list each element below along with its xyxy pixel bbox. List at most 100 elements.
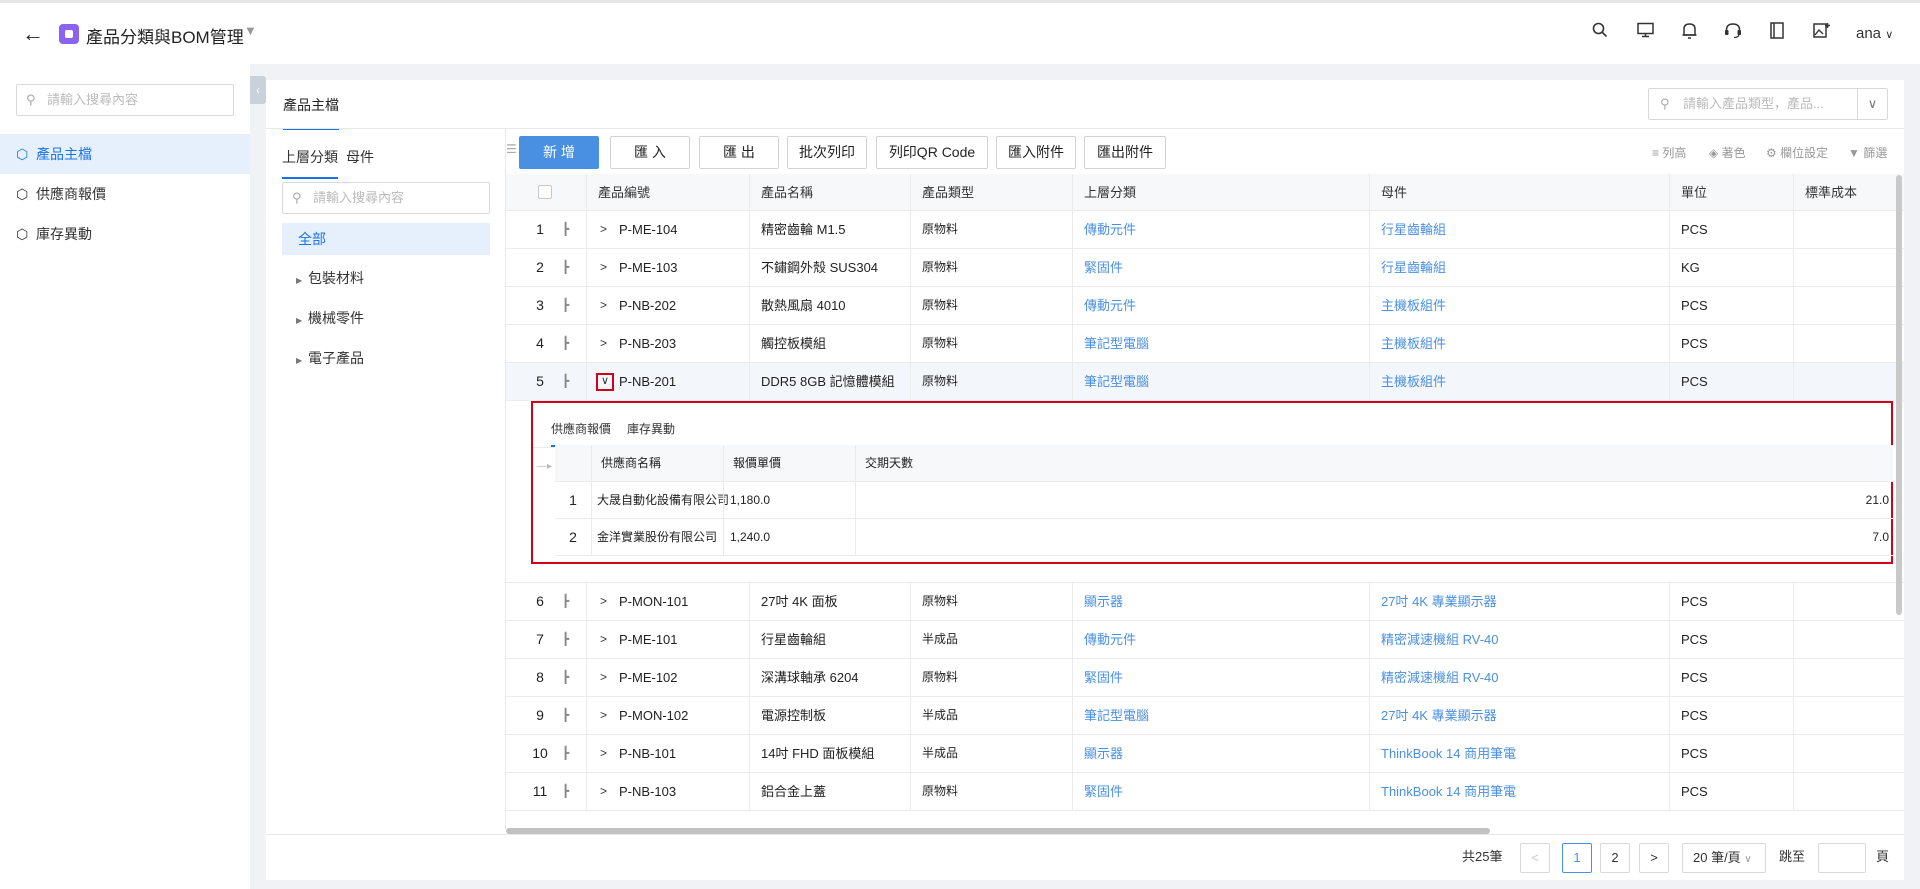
category-link[interactable]: 緊固件 [1084,773,1123,810]
expand-chevron-icon[interactable]: > [600,697,607,734]
add-button[interactable]: 新 增 [519,136,599,169]
parent-link[interactable]: 行星齒輪組 [1381,211,1446,248]
column-header-name[interactable]: 產品名稱 [761,174,813,210]
app-title[interactable]: 產品分類與BOM管理 [86,23,244,48]
category-link[interactable]: 筆記型電腦 [1084,325,1149,362]
import-attachment-button[interactable]: 匯入附件 [996,136,1076,169]
tree-structure-icon[interactable]: ┣ [562,249,569,286]
bell-icon[interactable] [1678,22,1700,44]
page-size-select[interactable]: 20 筆/頁 ∨ [1682,843,1766,873]
category-link[interactable]: 顯示器 [1084,583,1123,620]
tree-structure-icon[interactable]: ┣ [562,363,569,400]
product-search-input[interactable]: ⚲ 請輸入產品類型，產品... ∨ [1648,88,1888,120]
row-height-tool[interactable]: ≡ 列高 [1652,144,1686,161]
goto-page-input[interactable] [1818,843,1866,873]
category-link[interactable]: 筆記型電腦 [1084,697,1149,734]
table-row[interactable]: 6 ┣ > P-MON-101 27吋 4K 面板 原物料 顯示器 27吋 4K… [506,583,1904,621]
table-row-expanded[interactable]: 5 ┣ ∨ P-NB-201 DDR5 8GB 記憶體模組 原物料 筆記型電腦 … [506,363,1904,401]
export-attachment-button[interactable]: 匯出附件 [1084,136,1166,169]
expand-chevron-icon[interactable]: > [600,735,607,772]
tree-structure-icon[interactable]: ┣ [562,287,569,324]
parent-link[interactable]: 精密減速機組 RV-40 [1381,659,1499,696]
prev-page-button[interactable]: < [1520,843,1550,873]
parent-link[interactable]: 主機板組件 [1381,287,1446,324]
table-row[interactable]: 1 ┣ > P-ME-104 精密齒輪 M1.5 原物料 傳動元件 行星齒輪組 … [506,211,1904,249]
category-link[interactable]: 緊固件 [1084,249,1123,286]
category-item[interactable]: ▶ 包裝材料 [296,263,364,293]
collapse-chevron-icon[interactable]: ∨ [596,373,614,391]
category-link[interactable]: 緊固件 [1084,659,1123,696]
column-header-category[interactable]: 上層分類 [1084,174,1136,210]
column-header-code[interactable]: 產品編號 [598,174,650,210]
book-icon[interactable] [1766,22,1788,44]
category-item[interactable]: ▶ 機械零件 [296,303,364,333]
column-header-price[interactable]: 報價單價 [733,445,781,481]
page-1-button[interactable]: 1 [1562,843,1592,873]
column-settings-tool[interactable]: ⚙ 欄位設定 [1766,144,1828,161]
category-link[interactable]: 傳動元件 [1084,287,1136,324]
parent-link[interactable]: 精密減速機組 RV-40 [1381,621,1499,658]
export-button[interactable]: 匯 出 [699,136,779,169]
category-link[interactable]: 筆記型電腦 [1084,363,1149,400]
tab-product-master[interactable]: 產品主檔 [283,92,339,130]
parent-link[interactable]: ThinkBook 14 商用筆電 [1381,773,1516,810]
parent-link[interactable]: 27吋 4K 專業顯示器 [1381,583,1497,620]
category-link[interactable]: 顯示器 [1084,735,1123,772]
tree-structure-icon[interactable]: ┣ [562,735,569,772]
expand-chevron-icon[interactable]: > [600,773,607,810]
expand-chevron-icon[interactable]: > [600,325,607,362]
column-header-unit[interactable]: 單位 [1681,174,1707,210]
tree-structure-icon[interactable]: ┣ [562,325,569,362]
filter-tool[interactable]: ▼ 篩選 [1848,144,1887,161]
tree-structure-icon[interactable]: ┣ [562,659,569,696]
table-row[interactable]: 9 ┣ > P-MON-102 電源控制板 半成品 筆記型電腦 27吋 4K 專… [506,697,1904,735]
nav-search-input[interactable]: ⚲ 請輸入搜尋內容 [16,84,234,116]
expand-chevron-icon[interactable]: > [600,621,607,658]
print-qr-button[interactable]: 列印QR Code [876,136,988,169]
caret-right-icon[interactable]: ▶ [296,306,308,336]
batch-print-button[interactable]: 批次列印 [787,136,867,169]
sub-row[interactable]: 2 金洋實業股份有限公司 1,240.0 7.0 [555,519,1893,556]
parent-link[interactable]: 主機板組件 [1381,363,1446,400]
tree-structure-icon[interactable]: ┣ [562,773,569,810]
table-row[interactable]: 8 ┣ > P-ME-102 深溝球軸承 6204 原物料 緊固件 精密減速機組… [506,659,1904,697]
app-switch-caret-icon[interactable]: ▼ [244,23,257,38]
tree-structure-icon[interactable]: ┣ [562,621,569,658]
category-link[interactable]: 傳動元件 [1084,621,1136,658]
parent-link[interactable]: 行星齒輪組 [1381,249,1446,286]
import-button[interactable]: 匯 入 [610,136,690,169]
search-icon[interactable] [1589,22,1611,44]
page-2-button[interactable]: 2 [1600,843,1630,873]
caret-right-icon[interactable]: ▶ [296,266,308,296]
select-all-checkbox[interactable] [538,185,552,199]
headset-icon[interactable] [1722,22,1744,44]
parent-link[interactable]: 主機板組件 [1381,325,1446,362]
table-row[interactable]: 7 ┣ > P-ME-101 行星齒輪組 半成品 傳動元件 精密減速機組 RV-… [506,621,1904,659]
parent-link[interactable]: ThinkBook 14 商用筆電 [1381,735,1516,772]
expand-chevron-icon[interactable]: > [600,249,607,286]
tree-structure-icon[interactable]: ┣ [562,583,569,620]
column-header-supplier[interactable]: 供應商名稱 [601,445,661,481]
column-header-parent[interactable]: 母件 [1381,174,1407,210]
category-all[interactable]: 全部 [282,223,490,255]
chevron-down-icon[interactable]: ∨ [1857,89,1887,119]
table-row[interactable]: 10 ┣ > P-NB-101 14吋 FHD 面板模組 半成品 顯示器 Thi… [506,735,1904,773]
back-arrow-icon[interactable]: ← [22,21,44,47]
category-item[interactable]: ▶ 電子產品 [296,343,364,373]
vertical-scrollbar[interactable] [1896,175,1902,615]
tree-structure-icon[interactable]: ┣ [562,211,569,248]
next-page-button[interactable]: > [1639,843,1669,873]
tree-structure-icon[interactable]: ┣ [562,697,569,734]
category-link[interactable]: 傳動元件 [1084,211,1136,248]
subtab-supplier-quote[interactable]: 供應商報價 [551,419,612,447]
subtab-inventory[interactable]: 庫存異動 [627,419,675,447]
expand-chevron-icon[interactable]: > [600,287,607,324]
sub-row[interactable]: 1 大晟自動化設備有限公司 1,180.0 21.0 [555,482,1893,519]
monitor-icon[interactable] [1634,22,1656,44]
column-header-type[interactable]: 產品類型 [922,174,974,210]
caret-right-icon[interactable]: ▶ [296,346,308,376]
user-menu[interactable]: ana ∨ [1856,25,1893,42]
nav-item-supplier-quote[interactable]: ⬡ 供應商報價 [0,174,250,214]
table-row[interactable]: 3 ┣ > P-NB-202 散熱風扇 4010 原物料 傳動元件 主機板組件 … [506,287,1904,325]
image-add-icon[interactable] [1810,22,1832,44]
